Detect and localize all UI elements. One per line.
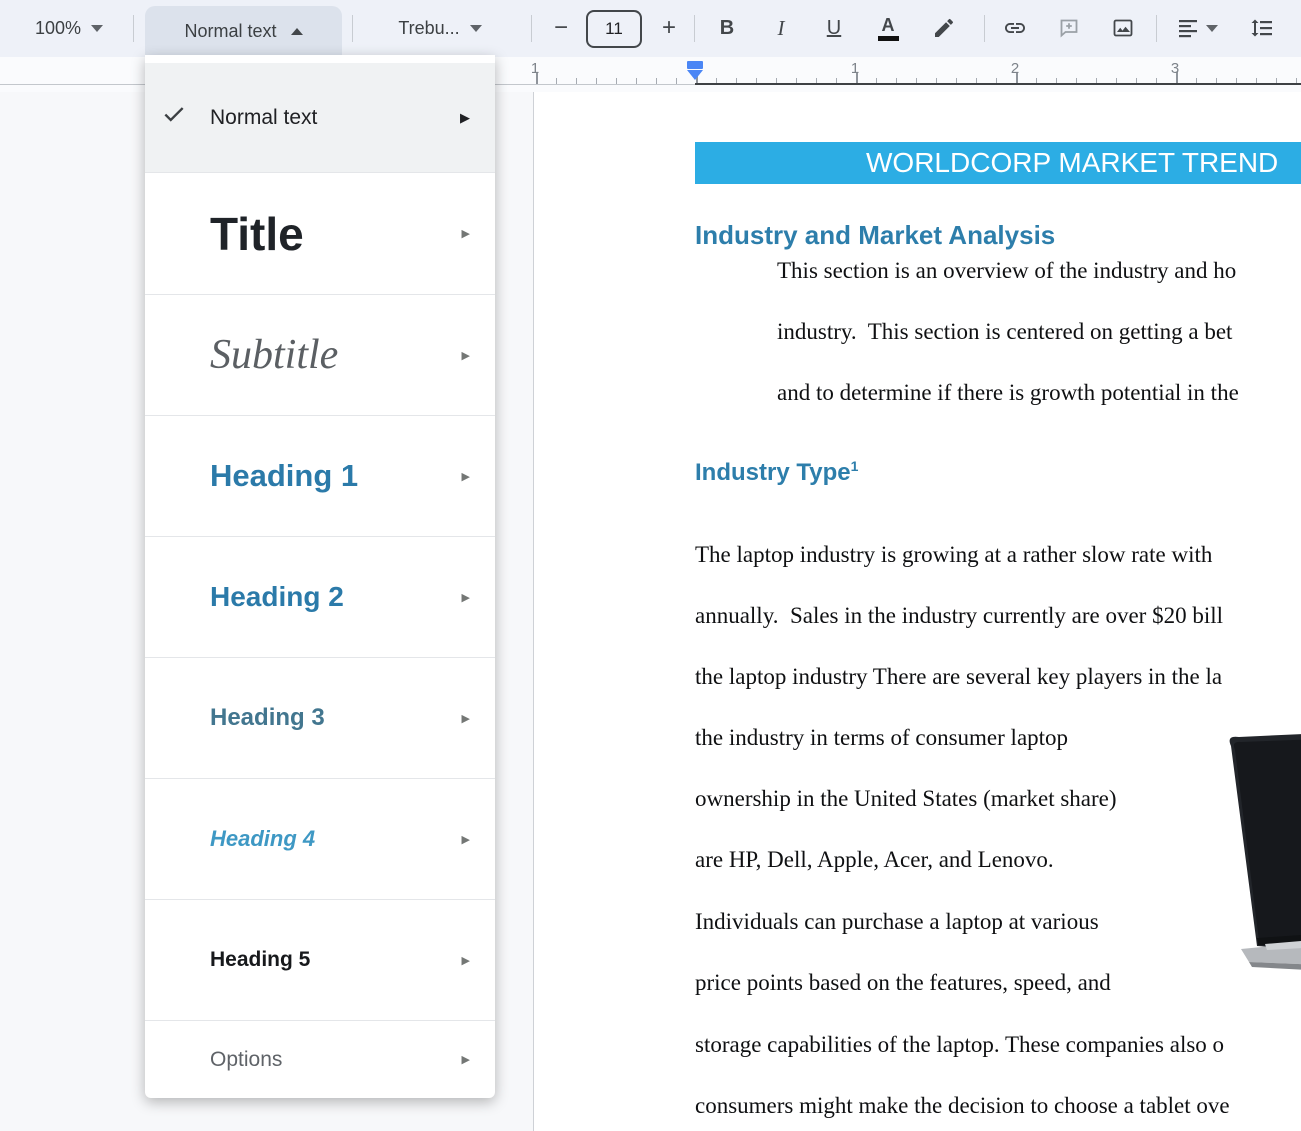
menu-item-heading-5[interactable]: Heading 5 ▶ bbox=[145, 899, 495, 1020]
menu-item-label: Normal text bbox=[210, 106, 317, 130]
underline-button[interactable]: U bbox=[817, 6, 851, 50]
body-line[interactable]: are HP, Dell, Apple, Acer, and Lenovo. bbox=[695, 847, 1054, 873]
insert-link-button[interactable] bbox=[997, 6, 1033, 50]
line-spacing-icon bbox=[1250, 16, 1274, 40]
decrease-font-size-button[interactable]: − bbox=[544, 6, 578, 50]
menu-item-heading-4[interactable]: Heading 4 ▶ bbox=[145, 778, 495, 899]
body-line[interactable]: annually. Sales in the industry currentl… bbox=[695, 603, 1223, 629]
menu-item-heading-2[interactable]: Heading 2 ▶ bbox=[145, 536, 495, 657]
submenu-arrow-icon: ▶ bbox=[462, 227, 470, 240]
insert-image-icon bbox=[1111, 16, 1135, 40]
highlight-pen-icon bbox=[932, 16, 956, 40]
text-color-button[interactable]: A bbox=[871, 6, 905, 50]
insert-image-button[interactable] bbox=[1105, 6, 1141, 50]
toolbar-separator bbox=[984, 15, 985, 42]
submenu-arrow-icon: ▶ bbox=[462, 833, 470, 846]
menu-item-label: Heading 4 bbox=[210, 826, 315, 852]
menu-item-label: Subtitle bbox=[210, 331, 338, 379]
line-spacing-button[interactable] bbox=[1244, 6, 1280, 50]
zoom-select[interactable]: 100% bbox=[14, 6, 124, 50]
toolbar: 100% Normal text Trebu... − 11 + B I U A bbox=[0, 0, 1301, 57]
page-left-edge bbox=[533, 92, 534, 1131]
text-color-icon: A bbox=[878, 16, 899, 41]
submenu-arrow-icon: ▶ bbox=[462, 349, 470, 362]
section-heading[interactable]: Industry and Market Analysis bbox=[695, 220, 1055, 251]
menu-item-heading-3[interactable]: Heading 3 ▶ bbox=[145, 657, 495, 778]
menu-item-label: Title bbox=[210, 207, 304, 261]
ruler-mark: 1 bbox=[848, 60, 862, 77]
ruler-content-edge bbox=[695, 83, 1301, 85]
body-line[interactable]: This section is an overview of the indus… bbox=[777, 258, 1236, 284]
bold-button[interactable]: B bbox=[710, 6, 744, 50]
check-icon bbox=[161, 101, 187, 127]
body-line[interactable]: industry. This section is centered on ge… bbox=[777, 319, 1232, 345]
footnote-superscript: 1 bbox=[851, 458, 859, 474]
menu-item-subtitle[interactable]: Subtitle ▶ bbox=[145, 294, 495, 415]
laptop-image[interactable] bbox=[1205, 732, 1301, 1022]
menu-item-normal-text[interactable]: Normal text ▶ bbox=[145, 63, 495, 172]
font-select[interactable]: Trebu... bbox=[365, 6, 515, 50]
chevron-down-icon bbox=[91, 25, 103, 32]
chevron-down-icon bbox=[470, 25, 482, 32]
paragraph-style-value: Normal text bbox=[184, 21, 276, 42]
ruler-mark: 2 bbox=[1008, 60, 1022, 77]
document-title-banner[interactable]: WORLDCORP MARKET TREND bbox=[695, 142, 1301, 184]
body-line[interactable]: The laptop industry is growing at a rath… bbox=[695, 542, 1218, 568]
submenu-arrow-icon: ▶ bbox=[462, 591, 470, 604]
body-line[interactable]: Individuals can purchase a laptop at var… bbox=[695, 909, 1099, 935]
menu-item-heading-1[interactable]: Heading 1 ▶ bbox=[145, 415, 495, 536]
chevron-up-icon bbox=[291, 28, 303, 35]
insert-link-icon bbox=[1003, 16, 1027, 40]
body-line[interactable]: price points based on the features, spee… bbox=[695, 970, 1111, 996]
paragraph-styles-menu: Normal text ▶ Title ▶ Subtitle ▶ Heading… bbox=[145, 55, 495, 1098]
font-size-input[interactable]: 11 bbox=[586, 10, 642, 48]
body-line[interactable]: ownership in the United States (market s… bbox=[695, 786, 1117, 812]
menu-item-label: Heading 3 bbox=[210, 704, 325, 732]
submenu-arrow-icon: ▶ bbox=[462, 470, 470, 483]
body-line[interactable]: consumers might make the decision to cho… bbox=[695, 1093, 1230, 1119]
align-left-icon bbox=[1176, 16, 1200, 40]
toolbar-separator bbox=[694, 15, 695, 42]
align-button[interactable] bbox=[1168, 6, 1226, 50]
body-line[interactable]: the industry in terms of consumer laptop bbox=[695, 725, 1068, 751]
toolbar-separator bbox=[531, 15, 532, 42]
subsection-heading-text: Industry Type bbox=[695, 459, 851, 486]
italic-button[interactable]: I bbox=[764, 6, 798, 50]
submenu-arrow-icon: ▶ bbox=[460, 110, 470, 126]
first-line-indent-handle[interactable] bbox=[687, 61, 703, 69]
menu-item-label: Heading 1 bbox=[210, 458, 358, 494]
submenu-arrow-icon: ▶ bbox=[462, 954, 470, 967]
menu-item-label: Heading 5 bbox=[210, 948, 310, 972]
ruler-mark: 1 bbox=[528, 60, 542, 77]
increase-font-size-button[interactable]: + bbox=[652, 6, 686, 50]
font-value: Trebu... bbox=[398, 18, 459, 39]
subsection-heading[interactable]: Industry Type1 bbox=[695, 458, 858, 487]
menu-item-title[interactable]: Title ▶ bbox=[145, 172, 495, 294]
submenu-arrow-icon: ▶ bbox=[462, 1053, 470, 1066]
submenu-arrow-icon: ▶ bbox=[462, 712, 470, 725]
menu-item-label: Heading 2 bbox=[210, 581, 344, 613]
ruler-ticks bbox=[533, 57, 1301, 85]
add-comment-button[interactable] bbox=[1051, 6, 1087, 50]
menu-item-label: Options bbox=[210, 1048, 282, 1072]
body-line[interactable]: the laptop industry There are several ke… bbox=[695, 664, 1222, 690]
body-line[interactable]: storage capabilities of the laptop. Thes… bbox=[695, 1032, 1224, 1058]
toolbar-separator bbox=[352, 15, 353, 42]
chevron-down-icon bbox=[1206, 25, 1218, 32]
highlight-color-button[interactable] bbox=[926, 6, 962, 50]
left-indent-handle[interactable] bbox=[687, 70, 703, 80]
toolbar-separator bbox=[133, 15, 134, 42]
paragraph-styles-select[interactable]: Normal text bbox=[145, 6, 342, 57]
ruler-mark: 3 bbox=[1168, 60, 1182, 77]
banner-title: WORLDCORP MARKET TREND bbox=[866, 142, 1278, 184]
zoom-value: 100% bbox=[35, 18, 81, 39]
menu-item-options[interactable]: Options ▶ bbox=[145, 1020, 495, 1098]
add-comment-icon bbox=[1057, 16, 1081, 40]
toolbar-separator bbox=[1156, 15, 1157, 42]
indent-marker[interactable] bbox=[687, 61, 703, 80]
body-line[interactable]: and to determine if there is growth pote… bbox=[777, 380, 1239, 406]
google-docs-window: 100% Normal text Trebu... − 11 + B I U A bbox=[0, 0, 1301, 1131]
